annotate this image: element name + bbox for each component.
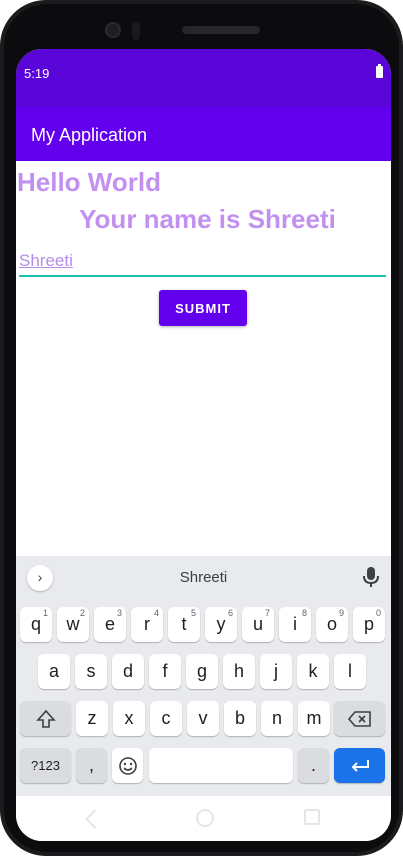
main-content: Hello World Your name is Shreeti SUBMIT: [16, 161, 391, 556]
key-label: y: [216, 614, 226, 634]
symbols-key[interactable]: ?123: [20, 748, 71, 783]
key-label: e: [104, 614, 115, 634]
key-m[interactable]: m: [298, 701, 330, 736]
soft-keyboard: › Shreeti q1w2e3r4t5y6u7i8o9p0 asdfghjkl: [16, 556, 391, 796]
app-title: My Application: [31, 125, 148, 145]
screen: 5:19 My Application Hello World Your nam…: [16, 49, 391, 841]
key-hint: 7: [264, 608, 270, 618]
key-o[interactable]: o9: [316, 607, 348, 642]
key-label: t: [181, 614, 187, 634]
key-f[interactable]: f: [149, 654, 181, 689]
home-icon[interactable]: [196, 809, 214, 827]
key-u[interactable]: u7: [242, 607, 274, 642]
sensor-icon: [132, 22, 140, 40]
key-hint: 8: [301, 608, 307, 618]
recents-icon[interactable]: [304, 809, 320, 825]
key-hint: 4: [153, 608, 159, 618]
key-w[interactable]: w2: [57, 607, 89, 642]
enter-arrow-icon: [351, 760, 369, 772]
space-key[interactable]: [149, 748, 293, 783]
key-t[interactable]: t5: [168, 607, 200, 642]
navigation-bar: [16, 796, 391, 841]
shift-icon: [35, 710, 56, 729]
key-label: i: [293, 614, 297, 634]
speaker-grille: [182, 26, 260, 34]
key-e[interactable]: e3: [94, 607, 126, 642]
key-label: o: [326, 614, 337, 634]
suggestion-word[interactable]: Shreeti: [16, 569, 391, 586]
submit-button[interactable]: SUBMIT: [159, 290, 247, 326]
key-hint: 9: [338, 608, 344, 618]
key-label: r: [144, 614, 150, 634]
enter-key[interactable]: [334, 748, 385, 783]
key-y[interactable]: y6: [205, 607, 237, 642]
key-k[interactable]: k: [297, 654, 329, 689]
microphone-icon[interactable]: [362, 566, 380, 588]
key-b[interactable]: b: [224, 701, 256, 736]
phone-frame: 5:19 My Application Hello World Your nam…: [0, 0, 403, 856]
key-hint: 5: [190, 608, 196, 618]
key-a[interactable]: a: [38, 654, 70, 689]
shift-key[interactable]: [20, 701, 71, 736]
key-hint: 0: [375, 608, 381, 618]
key-r[interactable]: r4: [131, 607, 163, 642]
key-label: p: [363, 614, 374, 634]
key-n[interactable]: n: [261, 701, 293, 736]
comma-key[interactable]: ,: [76, 748, 107, 783]
key-h[interactable]: h: [223, 654, 255, 689]
name-input[interactable]: [19, 247, 386, 277]
key-hint: 1: [42, 608, 48, 618]
key-label: q: [30, 614, 41, 634]
suggestion-strip: › Shreeti: [16, 556, 391, 598]
key-hint: 2: [79, 608, 85, 618]
key-i[interactable]: i8: [279, 607, 311, 642]
key-l[interactable]: l: [334, 654, 366, 689]
emoji-key[interactable]: [112, 748, 143, 783]
key-x[interactable]: x: [113, 701, 145, 736]
key-d[interactable]: d: [112, 654, 144, 689]
key-z[interactable]: z: [76, 701, 108, 736]
key-hint: 6: [227, 608, 233, 618]
status-bar: 5:19: [16, 49, 391, 107]
name-display-text: Your name is Shreeti: [79, 204, 336, 234]
key-c[interactable]: c: [150, 701, 182, 736]
key-hint: 3: [116, 608, 122, 618]
key-label: u: [252, 614, 263, 634]
back-icon[interactable]: [85, 809, 105, 829]
key-g[interactable]: g: [186, 654, 218, 689]
app-bar: My Application: [16, 107, 391, 161]
key-label: w: [66, 614, 80, 634]
key-q[interactable]: q1: [20, 607, 52, 642]
key-p[interactable]: p0: [353, 607, 385, 642]
emoji-icon: [118, 757, 137, 776]
status-time: 5:19: [24, 66, 50, 81]
backspace-icon: [347, 711, 371, 728]
hello-text: Hello World: [17, 167, 161, 197]
key-s[interactable]: s: [75, 654, 107, 689]
key-v[interactable]: v: [187, 701, 219, 736]
key-j[interactable]: j: [260, 654, 292, 689]
period-key[interactable]: .: [298, 748, 329, 783]
battery-icon: [376, 64, 383, 78]
camera-icon: [105, 22, 121, 38]
backspace-key[interactable]: [334, 701, 385, 736]
